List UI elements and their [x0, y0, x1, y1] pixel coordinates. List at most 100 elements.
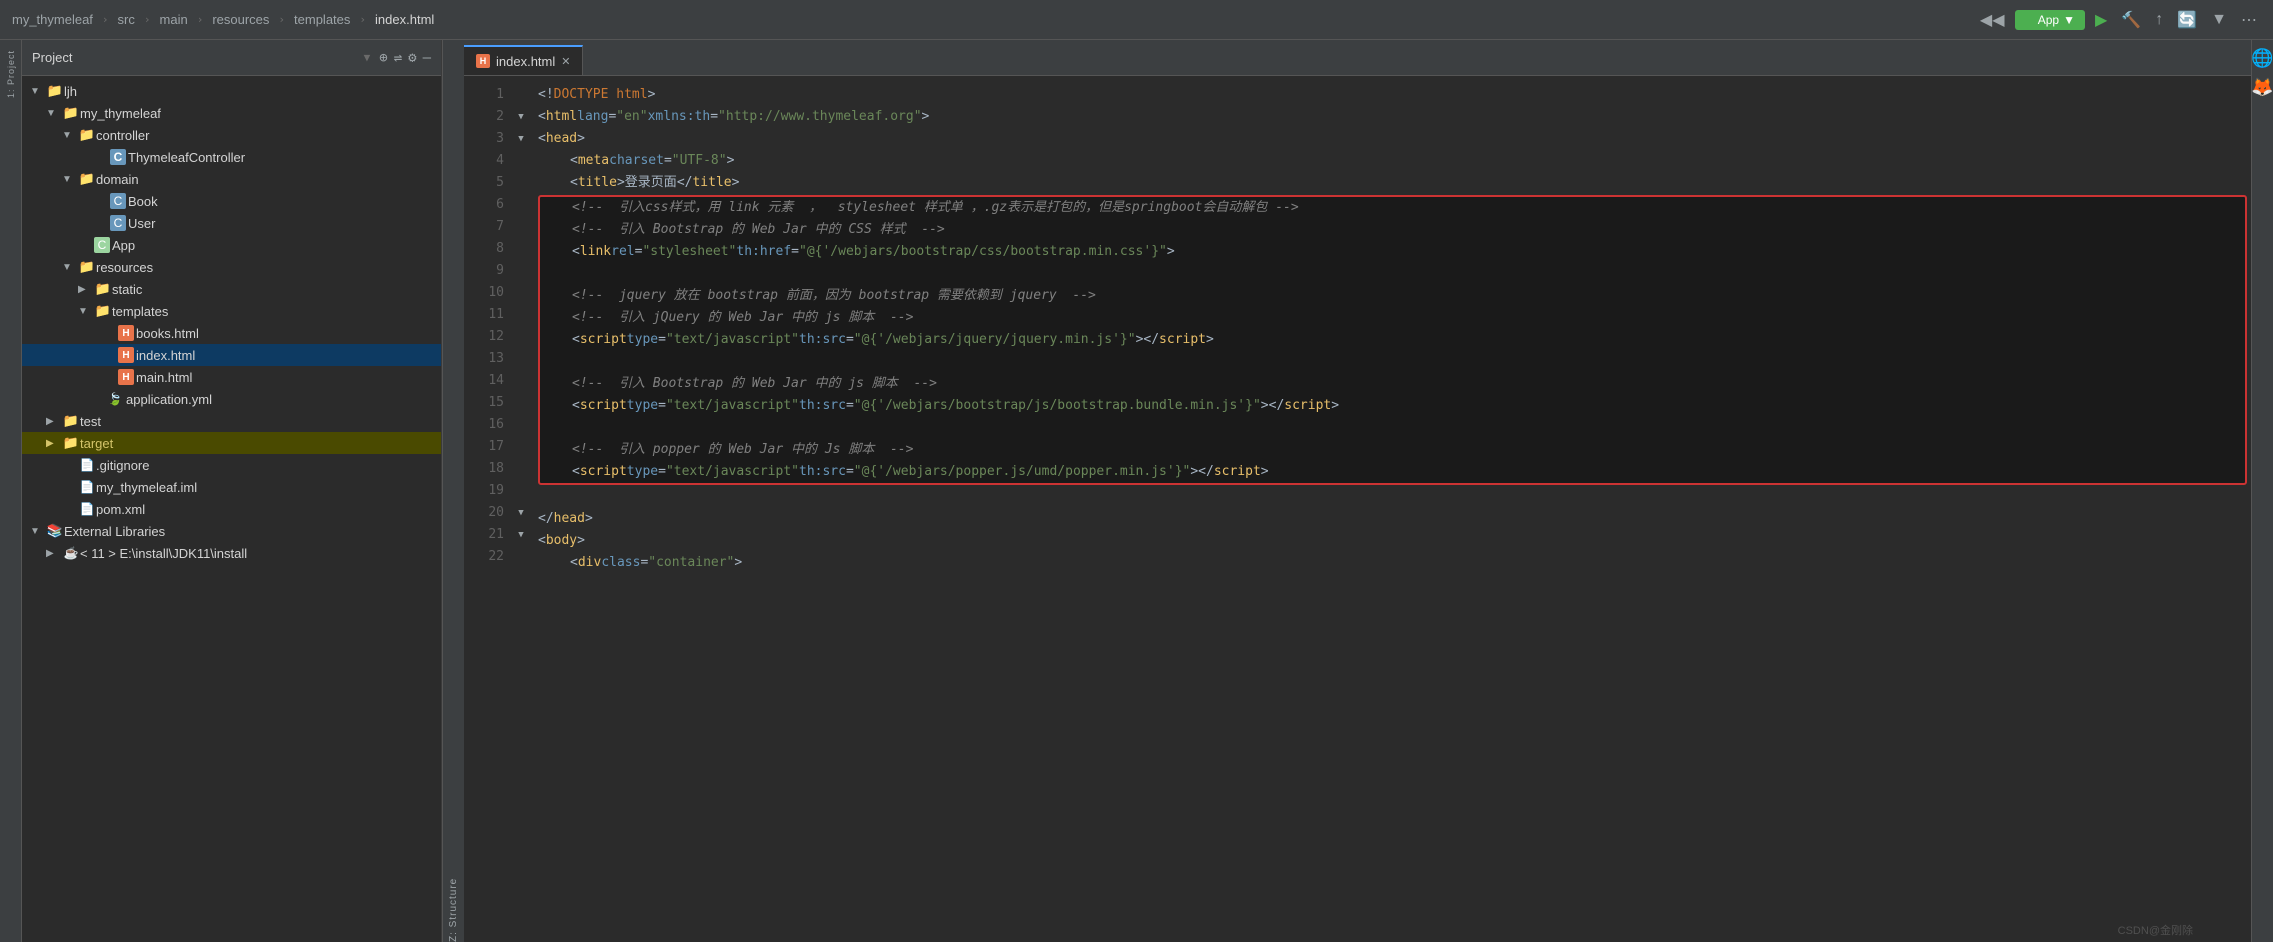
class-icon-app: C — [94, 237, 110, 253]
structure-label: Z: Structure — [448, 878, 459, 942]
tree-item-static[interactable]: ▶ 📁 static — [22, 278, 441, 300]
code-fold-gutter: ▼ ▼ ▼ ▼ — [514, 76, 530, 942]
right-sidebar: 🌐 🦊 — [2251, 40, 2273, 942]
run-button[interactable]: ▶ App ▼ — [2015, 10, 2085, 30]
tree-item-yaml[interactable]: 🍃 application.yml — [22, 388, 441, 410]
resources-breadcrumb[interactable]: resources — [212, 12, 269, 27]
tree-item-books[interactable]: H books.html — [22, 322, 441, 344]
tree-item-main[interactable]: H main.html — [22, 366, 441, 388]
fold-13 — [514, 348, 528, 370]
tree-item-pom[interactable]: 📄 pom.xml — [22, 498, 441, 520]
run-green-icon[interactable]: ▶ — [2091, 8, 2111, 32]
tree-label-yaml: application.yml — [126, 392, 433, 407]
code-line-10: <!-- jquery 放在 bootstrap 前面，因为 bootstrap… — [540, 285, 2245, 307]
breadcrumb-arrow-4: › — [278, 13, 285, 26]
code-content[interactable]: <!DOCTYPE html> <html lang="en" xmlns:th… — [530, 76, 2251, 942]
more-icon[interactable]: ▼ — [2207, 9, 2231, 31]
folder-icon-ljh: 📁 — [46, 83, 64, 99]
tree-item-User[interactable]: C User — [22, 212, 441, 234]
file-breadcrumb[interactable]: index.html — [375, 12, 434, 27]
fold-3[interactable]: ▼ — [514, 128, 528, 150]
tree-item-iml[interactable]: 📄 my_thymeleaf.iml — [22, 476, 441, 498]
tree-item-my_thymeleaf[interactable]: ▼ 📁 my_thymeleaf — [22, 102, 441, 124]
panel-icons: ⊕ ⇌ ⚙ — — [379, 50, 431, 66]
fold-16 — [514, 414, 528, 436]
tree-label-resources: resources — [96, 260, 433, 275]
main-breadcrumb[interactable]: main — [160, 12, 188, 27]
tree-item-ThymeleafController[interactable]: C ThymeleafController — [22, 146, 441, 168]
structure-strip[interactable]: Z: Structure — [442, 40, 464, 942]
fold-8 — [514, 238, 528, 260]
fold-22 — [514, 546, 528, 568]
scope-icon[interactable]: ⊕ — [379, 50, 387, 66]
git-icon: 📄 — [78, 458, 96, 472]
fold-21[interactable]: ▼ — [514, 524, 528, 546]
code-line-7: <!-- 引入 Bootstrap 的 Web Jar 中的 CSS 样式 --… — [540, 219, 2245, 241]
fold-17 — [514, 436, 528, 458]
tree-item-ext-libs[interactable]: ▼ 📚 External Libraries — [22, 520, 441, 542]
build-icon[interactable]: 🔨 — [2117, 8, 2145, 32]
collapse-all-icon[interactable]: ⇌ — [394, 50, 402, 66]
panel-dropdown-arrow[interactable]: ▼ — [364, 51, 371, 64]
settings-icon[interactable]: ⚙ — [408, 50, 416, 66]
tree-label-book: Book — [128, 194, 433, 209]
tree-label-target: target — [80, 436, 433, 451]
tree-item-index[interactable]: H index.html — [22, 344, 441, 366]
extra-icon[interactable]: ⋯ — [2237, 8, 2261, 32]
src-breadcrumb[interactable]: src — [118, 12, 135, 27]
tree-arrow-target: ▶ — [46, 438, 62, 449]
tree-item-ljh[interactable]: ▼ 📁 ljh — [22, 80, 441, 102]
tree-item-target[interactable]: ▶ 📁 target — [22, 432, 441, 454]
firefox-icon[interactable]: 🦊 — [2251, 77, 2273, 98]
project-breadcrumb[interactable]: my_thymeleaf — [12, 12, 93, 27]
breadcrumb-arrow-3: › — [197, 13, 204, 26]
html-icon-index: H — [118, 347, 134, 363]
tree-item-Book[interactable]: C Book — [22, 190, 441, 212]
project-strip-label[interactable]: 1: Project — [6, 50, 16, 98]
fold-20[interactable]: ▼ — [514, 502, 528, 524]
code-line-21: <body> — [538, 530, 2251, 552]
fold-18 — [514, 458, 528, 480]
fold-2[interactable]: ▼ — [514, 106, 528, 128]
watermark: CSDN@金刚除 — [2118, 922, 2193, 938]
tree-item-git[interactable]: 📄 .gitignore — [22, 454, 441, 476]
breadcrumb-arrow-5: › — [359, 13, 366, 26]
tree-item-App[interactable]: C App — [22, 234, 441, 256]
top-bar: my_thymeleaf › src › main › resources › … — [0, 0, 2273, 40]
tree-label-index: index.html — [136, 348, 433, 363]
run-app-icon: ▶ — [2025, 13, 2034, 27]
fold-7 — [514, 216, 528, 238]
tab-close-icon[interactable]: ✕ — [561, 55, 570, 68]
tree-arrow-jdk: ▶ — [46, 548, 62, 559]
editor-tab-index[interactable]: H index.html ✕ — [464, 45, 583, 75]
code-line-20: </head> — [538, 508, 2251, 530]
tree-item-domain[interactable]: ▼ 📁 domain — [22, 168, 441, 190]
nav-back-icon[interactable]: ◀◀ — [1976, 8, 2009, 32]
hide-icon[interactable]: — — [423, 50, 431, 66]
tree-item-resources[interactable]: ▼ 📁 resources — [22, 256, 441, 278]
tree-item-jdk[interactable]: ▶ ☕ < 11 > E:\install\JDK11\install — [22, 542, 441, 564]
tree-label-extlibs: External Libraries — [64, 524, 433, 539]
code-line-15: <script type="text/javascript" th:src="@… — [540, 395, 2245, 417]
tree-label-tc: ThymeleafController — [128, 150, 433, 165]
templates-breadcrumb[interactable]: templates — [294, 12, 350, 27]
tree-item-test[interactable]: ▶ 📁 test — [22, 410, 441, 432]
chrome-icon[interactable]: 🌐 — [2251, 48, 2273, 69]
tree-item-templates[interactable]: ▼ 📁 templates — [22, 300, 441, 322]
update-icon[interactable]: ↑ — [2151, 9, 2167, 31]
tree-label-my: my_thymeleaf — [80, 106, 433, 121]
refresh-icon[interactable]: 🔄 — [2173, 8, 2201, 32]
tree-label-ljh: ljh — [64, 84, 433, 99]
code-line-11: <!-- 引入 jQuery 的 Web Jar 中的 js 脚本 --> — [540, 307, 2245, 329]
tree-label-app: App — [112, 238, 433, 253]
fold-14 — [514, 370, 528, 392]
code-line-2: <html lang="en" xmlns:th="http://www.thy… — [538, 106, 2251, 128]
tree-label-books: books.html — [136, 326, 433, 341]
tree-arrow-static: ▶ — [78, 284, 94, 295]
fold-10 — [514, 282, 528, 304]
code-line-4: <meta charset="UTF-8"> — [538, 150, 2251, 172]
tree-item-controller[interactable]: ▼ 📁 controller — [22, 124, 441, 146]
class-icon-tc: C — [110, 149, 126, 165]
tree-arrow-test: ▶ — [46, 416, 62, 427]
code-line-22: <div class="container"> — [538, 552, 2251, 574]
